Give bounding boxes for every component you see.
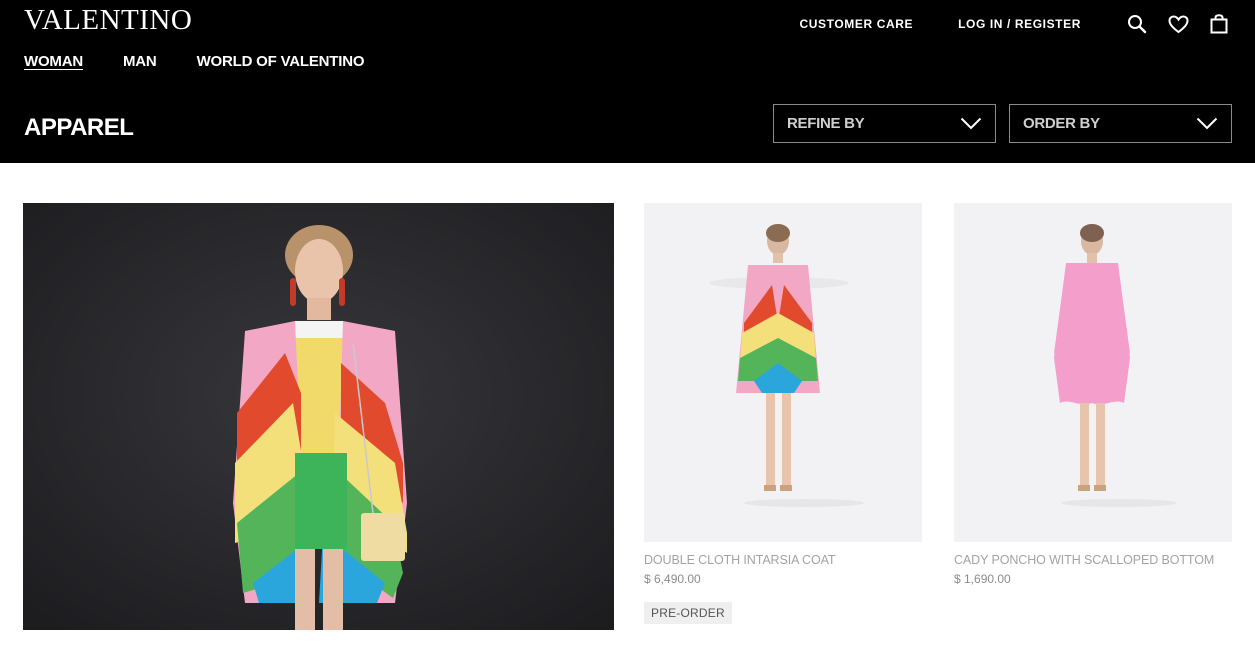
chevron-down-icon [960,117,982,130]
chevron-down-icon [1196,117,1218,130]
hero-campaign-image[interactable] [23,203,614,630]
product-name[interactable]: CADY PONCHO WITH SCALLOPED BOTTOM [954,552,1232,568]
nav-man[interactable]: MAN [123,53,157,71]
search-icon[interactable] [1125,12,1149,36]
customer-care-link[interactable]: CUSTOMER CARE [800,16,914,32]
product-card[interactable]: DOUBLE CLOTH INTARSIA COAT $ 6,490.00 PR… [644,203,922,624]
pre-order-badge: PRE-ORDER [644,602,732,624]
refine-by-label: REFINE BY [787,115,865,132]
bag-icon[interactable] [1207,12,1231,36]
product-price: $ 6,490.00 [644,572,701,586]
top-utility-bar: CUSTOMER CARE LOG IN / REGISTER [800,12,1231,36]
nav-world-of-valentino[interactable]: WORLD OF VALENTINO [197,53,365,71]
refine-by-dropdown[interactable]: REFINE BY [773,104,996,143]
site-header: VALENTINO CUSTOMER CARE LOG IN / REGISTE… [0,0,1255,163]
model-in-pink-poncho-image [954,203,1232,542]
main-nav: WOMAN MAN WORLD OF VALENTINO [24,53,404,71]
product-image[interactable] [954,203,1232,542]
order-by-label: ORDER BY [1023,115,1100,132]
product-card[interactable]: CADY PONCHO WITH SCALLOPED BOTTOM $ 1,69… [954,203,1232,587]
valentino-logo[interactable]: VALENTINO [24,4,192,36]
nav-woman[interactable]: WOMAN [24,53,83,71]
heart-icon[interactable] [1166,12,1190,36]
product-name[interactable]: DOUBLE CLOTH INTARSIA COAT [644,552,922,568]
product-image[interactable] [644,203,922,542]
order-by-dropdown[interactable]: ORDER BY [1009,104,1232,143]
model-in-rainbow-coat-image [23,203,614,630]
model-in-rainbow-coat-image [644,203,922,542]
product-price: $ 1,690.00 [954,572,1011,586]
login-register-link[interactable]: LOG IN / REGISTER [958,16,1081,32]
page-title: APPAREL [24,114,134,141]
